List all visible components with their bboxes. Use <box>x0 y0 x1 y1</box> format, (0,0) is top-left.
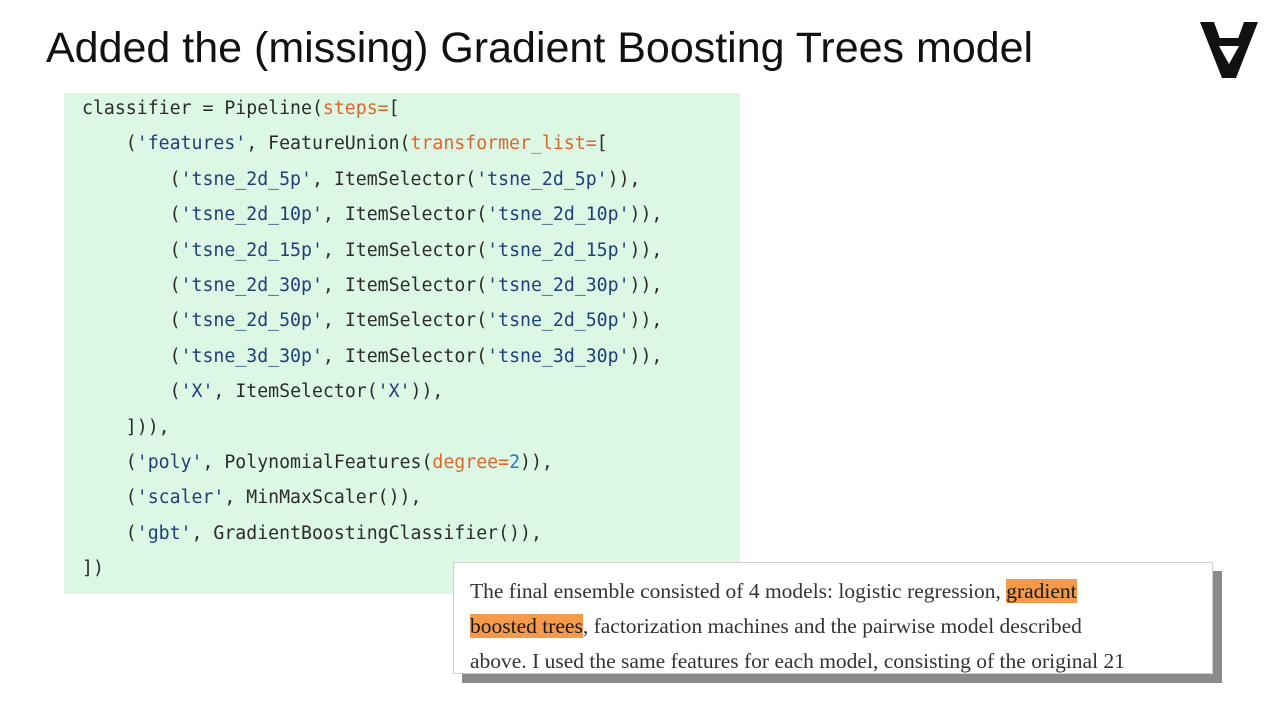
code-token: , ItemSelector( <box>322 204 488 226</box>
code-token: ( <box>82 275 181 296</box>
code-token: , ItemSelector( <box>322 310 488 332</box>
code-token: 'tsne_2d_15p' <box>487 239 630 261</box>
code-token: 'tsne_2d_50p' <box>487 310 630 332</box>
code-token: ( <box>82 310 181 332</box>
code-token: 'tsne_2d_15p' <box>180 239 323 261</box>
code-token: )), <box>629 310 663 332</box>
code-token: ( <box>82 133 137 155</box>
code-token: 'scaler' <box>136 487 225 509</box>
turned-a-logo-icon <box>1200 22 1258 78</box>
quote-line-2-text: , factorization machines and the pairwis… <box>582 614 1082 638</box>
code-line: ('gbt', GradientBoostingClassifier()), <box>82 523 542 545</box>
code-block: classifier = Pipeline(steps=[ ('features… <box>64 93 740 594</box>
code-token: )), <box>410 381 444 403</box>
code-token: classifier = Pipeline( <box>82 98 323 119</box>
code-token: ( <box>82 452 137 473</box>
code-token: , ItemSelector( <box>322 239 488 261</box>
quote-line-3: above. I used the same features for each… <box>470 649 1125 673</box>
code-line: ('X', ItemSelector('X')), <box>82 381 444 403</box>
code-token: , MinMaxScaler()), <box>224 487 422 509</box>
quote-highlight-boosted-trees: boosted trees <box>470 614 583 638</box>
slide-title: Added the (missing) Gradient Boosting Tr… <box>46 24 1034 72</box>
code-line: ('tsne_2d_50p', ItemSelector('tsne_2d_50… <box>82 310 663 332</box>
code-line: ('poly', PolynomialFeatures(degree=2)), <box>82 452 553 474</box>
code-token: ( <box>82 168 181 190</box>
code-token: ( <box>82 204 181 226</box>
code-token: ]) <box>82 558 104 580</box>
code-token: 'tsne_2d_10p' <box>487 204 630 226</box>
code-token: ( <box>82 345 181 367</box>
code-token: ( <box>82 487 137 509</box>
code-line: ('tsne_3d_30p', ItemSelector('tsne_3d_30… <box>82 345 663 368</box>
code-token: 2 <box>509 452 521 473</box>
code-token: , ItemSelector( <box>322 275 488 296</box>
code-token: 'tsne_2d_5p' <box>180 168 312 190</box>
code-token: ( <box>82 381 181 403</box>
code-token: ])), <box>82 416 170 438</box>
code-token: , FeatureUnion( <box>246 133 411 155</box>
quote-line-1-text: The final ensemble consisted of 4 models… <box>470 579 1007 603</box>
code-token: 'tsne_2d_30p' <box>180 275 323 296</box>
code-line: ('features', FeatureUnion(transformer_li… <box>82 133 608 155</box>
code-token: [ <box>596 133 608 155</box>
code-token: , ItemSelector( <box>322 345 488 367</box>
code-token: )), <box>629 275 663 296</box>
code-token: )), <box>629 204 663 226</box>
code-token: 'tsne_2d_50p' <box>180 310 323 332</box>
code-line: ])), <box>82 417 170 439</box>
code-line: ]) <box>82 558 104 580</box>
code-token: 'X' <box>180 381 214 403</box>
code-token: transformer_list= <box>410 133 597 155</box>
code-token: degree= <box>432 452 510 473</box>
code-line: ('tsne_2d_5p', ItemSelector('tsne_2d_5p'… <box>82 168 641 191</box>
code-token: )), <box>629 239 663 261</box>
code-token: 'tsne_2d_10p' <box>180 204 323 226</box>
code-token: )), <box>629 345 663 367</box>
code-token: 'tsne_2d_30p' <box>487 275 630 296</box>
code-line: ('tsne_2d_10p', ItemSelector('tsne_2d_10… <box>82 204 663 226</box>
quote-highlight-gradient: gradient <box>1006 579 1077 603</box>
code-token: )), <box>607 168 641 190</box>
code-token: [ <box>388 98 400 119</box>
code-token: 'X' <box>377 381 411 403</box>
code-token: ( <box>82 522 137 544</box>
code-token: , GradientBoostingClassifier()), <box>191 522 542 544</box>
code-token: ( <box>82 239 181 261</box>
quote-line-2: boosted trees, factorization machines an… <box>470 613 1082 639</box>
code-token: , ItemSelector( <box>213 381 378 403</box>
code-token: 'poly' <box>136 452 203 473</box>
code-line: ('tsne_2d_30p', ItemSelector('tsne_2d_30… <box>82 275 663 297</box>
code-token: 'tsne_3d_30p' <box>487 345 630 367</box>
code-token: , PolynomialFeatures( <box>202 452 433 473</box>
quote-line-1: The final ensemble consisted of 4 models… <box>470 578 1077 604</box>
code-token: steps= <box>322 98 389 119</box>
code-token: )), <box>520 452 553 473</box>
code-line: ('scaler', MinMaxScaler()), <box>82 487 422 509</box>
code-line: classifier = Pipeline(steps=[ <box>82 98 400 120</box>
code-token: 'gbt' <box>136 522 192 544</box>
quote-excerpt: The final ensemble consisted of 4 models… <box>453 562 1213 674</box>
code-token: 'tsne_3d_30p' <box>180 345 323 367</box>
code-token: , ItemSelector( <box>311 168 477 190</box>
code-token: 'features' <box>136 133 247 155</box>
code-line: ('tsne_2d_15p', ItemSelector('tsne_2d_15… <box>82 239 663 262</box>
code-token: 'tsne_2d_5p' <box>476 168 608 190</box>
